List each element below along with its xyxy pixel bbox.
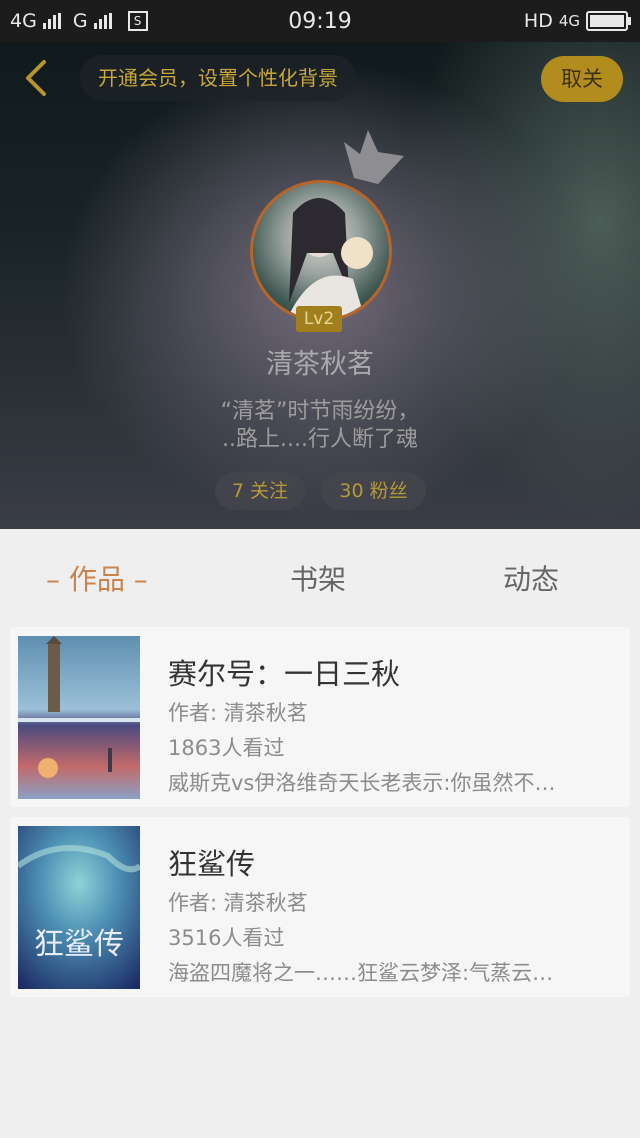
tab-bookshelf[interactable]: 书架 bbox=[290, 558, 346, 598]
hd-label: HD bbox=[523, 10, 553, 32]
status-bar: 4G G S 09:19 HD 4G bbox=[0, 0, 640, 42]
back-button[interactable] bbox=[18, 58, 58, 98]
chevron-left-icon bbox=[26, 60, 46, 96]
vip-promo-banner[interactable]: 开通会员，设置个性化背景 bbox=[80, 55, 356, 101]
book-title: 狂鲨传 bbox=[168, 847, 256, 881]
bio-line-1: “清茗”时节雨纷纷， bbox=[220, 399, 420, 424]
user-bio: “清茗”时节雨纷纷， ..路上....行人断了魂 bbox=[0, 398, 640, 454]
avatar-illustration bbox=[287, 198, 373, 319]
avatar[interactable] bbox=[250, 180, 392, 322]
cover-title: 狂鲨传 bbox=[34, 927, 124, 962]
book-cover[interactable] bbox=[18, 636, 140, 799]
book-views: 3516人看过 bbox=[168, 926, 285, 950]
book-cover[interactable]: 狂鲨传 bbox=[18, 826, 140, 989]
followers-button[interactable]: 30 粉丝 bbox=[321, 472, 426, 510]
level-badge: Lv2 bbox=[296, 306, 342, 332]
crown-icon bbox=[344, 130, 404, 184]
book-author: 作者: 清茶秋茗 bbox=[168, 891, 308, 915]
status-right: HD 4G bbox=[523, 10, 631, 32]
book-description: 海盗四魔将之一……狂鲨云梦泽:气蒸云… bbox=[168, 961, 554, 985]
book-author: 作者: 清茶秋茗 bbox=[168, 701, 308, 725]
book-cover-image bbox=[18, 636, 140, 799]
book-card[interactable]: 狂鲨传 狂鲨传 作者: 清茶秋茗 3516人看过 海盗四魔将之一……狂鲨云梦泽:… bbox=[10, 817, 630, 997]
network-4g-label: 4G bbox=[558, 12, 580, 30]
book-description: 威斯克vs伊洛维奇天长老表示:你虽然不… bbox=[168, 771, 556, 795]
book-title: 赛尔号：一日三秋 bbox=[168, 657, 401, 691]
book-views: 1863人看过 bbox=[168, 736, 285, 760]
battery-icon bbox=[586, 11, 631, 31]
bio-line-2: ..路上....行人断了魂 bbox=[222, 427, 418, 452]
tab-works[interactable]: – 作品 – bbox=[46, 558, 148, 598]
book-cover-image: 狂鲨传 bbox=[18, 826, 140, 989]
unfollow-button[interactable]: 取关 bbox=[541, 56, 623, 102]
book-card[interactable]: 赛尔号：一日三秋 作者: 清茶秋茗 1863人看过 威斯克vs伊洛维奇天长老表示… bbox=[10, 627, 630, 807]
user-name: 清茶秋茗 bbox=[266, 349, 374, 380]
following-button[interactable]: 7 关注 bbox=[215, 472, 305, 510]
profile-header: 开通会员，设置个性化背景 取关 Lv2 清茶秋茗 “清茗”时节雨纷纷， ..路上… bbox=[0, 42, 640, 529]
tab-activity[interactable]: 动态 bbox=[503, 558, 559, 598]
tab-bar: – 作品 – 书架 动态 bbox=[0, 529, 640, 621]
